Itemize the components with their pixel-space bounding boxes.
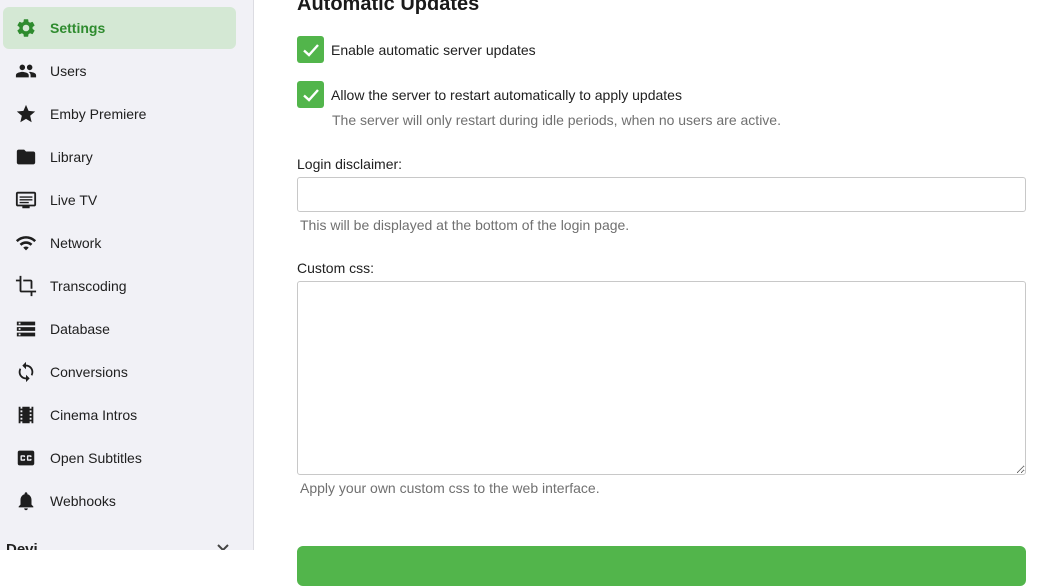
star-icon — [14, 102, 38, 126]
database-icon — [14, 317, 38, 341]
sidebar-item-webhooks[interactable]: Webhooks — [3, 480, 236, 522]
collapse-icon[interactable] — [215, 542, 231, 550]
auto-restart-label: Allow the server to restart automaticall… — [331, 86, 682, 103]
sidebar-item-transcoding[interactable]: Transcoding — [3, 265, 236, 307]
sidebar-item-database[interactable]: Database — [3, 308, 236, 350]
sidebar: Settings Users Emby Premiere Library Liv… — [0, 0, 254, 550]
sidebar-item-label: Live TV — [50, 192, 98, 208]
sidebar-item-label: Conversions — [50, 364, 128, 380]
login-disclaimer-label: Login disclaimer: — [297, 156, 403, 172]
sidebar-item-label: Network — [50, 235, 102, 251]
sidebar-item-label: Database — [50, 321, 110, 337]
checkmark-icon — [302, 43, 319, 57]
sidebar-item-label: Cinema Intros — [50, 407, 138, 423]
sidebar-item-label: Settings — [50, 20, 106, 36]
sync-icon — [14, 360, 38, 384]
sidebar-item-library[interactable]: Library — [3, 136, 236, 178]
auto-update-checkbox-row[interactable]: Enable automatic server updates — [297, 36, 536, 63]
sidebar-item-conversions[interactable]: Conversions — [3, 351, 236, 393]
sidebar-item-label: Transcoding — [50, 278, 127, 294]
custom-css-label: Custom css: — [297, 260, 375, 276]
sidebar-item-settings[interactable]: Settings — [3, 7, 236, 49]
login-disclaimer-input[interactable] — [297, 177, 1026, 212]
sidebar-item-label: Emby Premiere — [50, 106, 147, 122]
sidebar-section-heading: Devi — [6, 541, 38, 550]
sidebar-item-label: Users — [50, 63, 87, 79]
bell-icon — [14, 489, 38, 513]
save-button[interactable] — [297, 546, 1026, 586]
sidebar-item-label: Library — [50, 149, 93, 165]
sidebar-item-network[interactable]: Network — [3, 222, 236, 264]
sidebar-item-cinema-intros[interactable]: Cinema Intros — [3, 394, 236, 436]
settings-panel: Automatic Updates Enable automatic serve… — [254, 0, 1061, 586]
sidebar-item-label: Open Subtitles — [50, 450, 142, 466]
wifi-icon — [14, 231, 38, 255]
sidebar-item-label: Webhooks — [50, 493, 116, 509]
film-icon — [14, 403, 38, 427]
page-title: Automatic Updates — [297, 0, 480, 15]
auto-restart-checkbox-row[interactable]: Allow the server to restart automaticall… — [297, 81, 682, 108]
crop-icon — [14, 274, 38, 298]
auto-update-label: Enable automatic server updates — [331, 41, 536, 58]
tv-icon — [14, 188, 38, 212]
sidebar-item-users[interactable]: Users — [3, 50, 236, 92]
people-icon — [14, 59, 38, 83]
auto-update-checkbox[interactable] — [297, 36, 324, 63]
folder-icon — [14, 145, 38, 169]
checkmark-icon — [302, 88, 319, 102]
closed-caption-icon — [14, 446, 38, 470]
custom-css-textarea[interactable] — [297, 281, 1026, 475]
login-disclaimer-help: This will be displayed at the bottom of … — [300, 217, 630, 233]
custom-css-help: Apply your own custom css to the web int… — [300, 480, 600, 496]
auto-restart-checkbox[interactable] — [297, 81, 324, 108]
sidebar-item-live-tv[interactable]: Live TV — [3, 179, 236, 221]
sidebar-item-emby-premiere[interactable]: Emby Premiere — [3, 93, 236, 135]
gear-icon — [14, 16, 38, 40]
sidebar-item-open-subtitles[interactable]: Open Subtitles — [3, 437, 236, 479]
auto-restart-help: The server will only restart during idle… — [332, 112, 781, 128]
